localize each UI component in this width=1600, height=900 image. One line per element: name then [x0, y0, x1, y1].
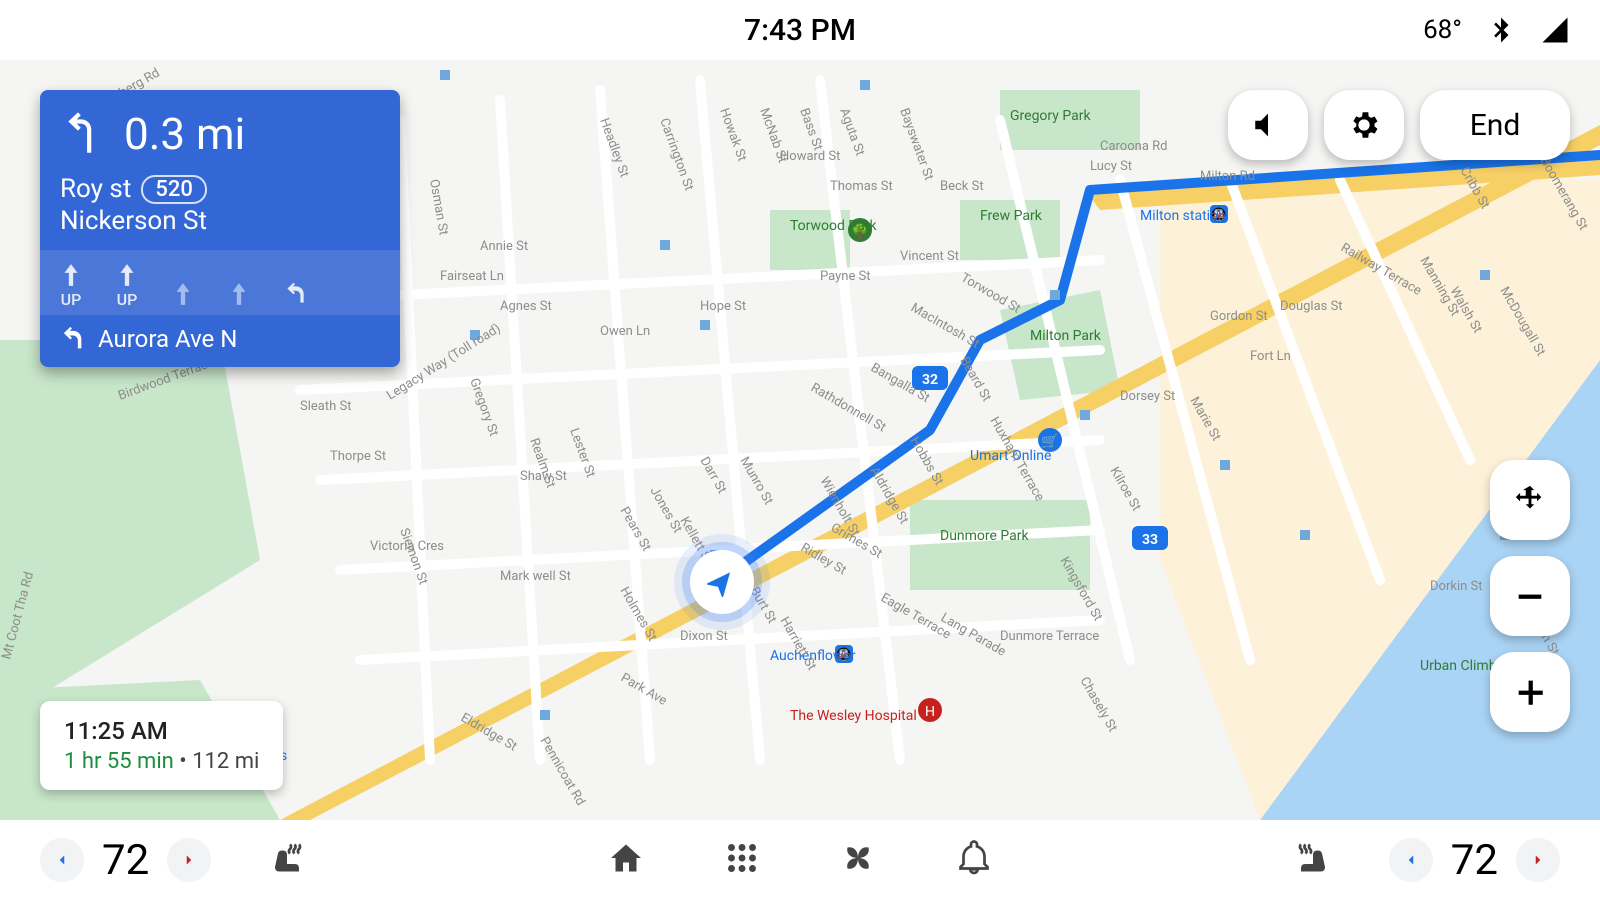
eta-card[interactable]: 11:25 AM 1 hr 55 min • 112 mi: [40, 701, 283, 790]
svg-text:Dunmore Park: Dunmore Park: [940, 528, 1030, 544]
current-location-puck: [690, 550, 754, 614]
turn-distance: 0.3 mi: [124, 108, 245, 160]
bottom-bar: 72 72: [0, 820, 1600, 900]
cellular-icon: [1540, 15, 1570, 45]
settings-button[interactable]: [1324, 90, 1404, 160]
svg-text:Annie St: Annie St: [480, 239, 528, 254]
notifications-button[interactable]: [956, 840, 992, 880]
seat-heat-icon: [269, 840, 305, 876]
right-seat-heat-button[interactable]: [1295, 840, 1331, 880]
left-temp-down-button[interactable]: [40, 838, 84, 882]
home-button[interactable]: [608, 840, 644, 880]
svg-text:Gregory Park: Gregory Park: [1010, 108, 1092, 124]
pan-button[interactable]: [1490, 460, 1570, 540]
bell-icon: [956, 840, 992, 876]
mute-button[interactable]: [1228, 90, 1308, 160]
plus-icon: [1513, 675, 1547, 709]
left-temp-up-button[interactable]: [167, 838, 211, 882]
svg-text:Gordon St: Gordon St: [1210, 309, 1268, 324]
svg-text:Vincent St: Vincent St: [900, 249, 959, 264]
bluetooth-icon: [1486, 15, 1516, 45]
gear-icon: [1347, 108, 1381, 142]
home-icon: [608, 840, 644, 876]
right-temp-value: 72: [1451, 836, 1498, 885]
status-bar: 7:43 PM 68°: [0, 0, 1600, 60]
svg-text:33: 33: [1142, 532, 1158, 548]
outside-temp: 68°: [1423, 15, 1462, 45]
navigation-arrow-icon: [707, 567, 737, 597]
svg-text:Torwood Park: Torwood Park: [790, 218, 877, 234]
svg-text:Victoria Cres: Victoria Cres: [370, 539, 444, 554]
fan-button[interactable]: [840, 840, 876, 880]
eta-duration: 1 hr 55 min: [64, 749, 174, 774]
pan-icon: [1513, 483, 1547, 517]
next-step: Aurora Ave N: [40, 315, 400, 367]
turn-right-small-icon: [58, 325, 86, 353]
svg-text:32: 32: [922, 372, 938, 388]
svg-text:Caroona Rd: Caroona Rd: [1100, 139, 1167, 154]
clock: 7:43 PM: [744, 13, 856, 48]
left-seat-heat-button[interactable]: [269, 840, 305, 880]
svg-text:Thorpe St: Thorpe St: [330, 449, 386, 464]
svg-text:Fort Ln: Fort Ln: [1250, 349, 1291, 364]
svg-text:Frew Park: Frew Park: [980, 208, 1043, 224]
svg-text:Milton station: Milton station: [1140, 208, 1226, 224]
svg-text:H: H: [925, 704, 935, 720]
svg-text:Milton Park: Milton Park: [1030, 328, 1102, 344]
svg-text:Dorsey St: Dorsey St: [1120, 389, 1175, 404]
left-temp-value: 72: [102, 836, 149, 885]
chevron-left-icon: [53, 851, 71, 869]
turn-right-icon: [60, 109, 110, 159]
svg-text:Thomas St: Thomas St: [830, 179, 893, 194]
climate-right: 72: [1255, 836, 1560, 885]
svg-text:Owen Ln: Owen Ln: [600, 324, 650, 339]
climate-left: 72: [40, 836, 345, 885]
seat-heat-icon: [1295, 840, 1331, 876]
navigation-card[interactable]: 0.3 mi Roy st 520 Nickerson St UP UP Aur…: [40, 90, 400, 367]
speaker-icon: [1251, 108, 1285, 142]
svg-text:Douglas St: Douglas St: [1280, 299, 1343, 314]
zoom-out-button[interactable]: [1490, 556, 1570, 636]
minus-icon: [1513, 579, 1547, 613]
svg-text:Sleath St: Sleath St: [300, 399, 351, 414]
zoom-in-button[interactable]: [1490, 652, 1570, 732]
svg-text:Beck St: Beck St: [940, 179, 984, 194]
svg-text:Dorkin St: Dorkin St: [1430, 579, 1482, 594]
chevron-left-icon: [1402, 851, 1420, 869]
lane-guidance: UP UP: [40, 250, 400, 315]
fan-icon: [840, 840, 876, 876]
apps-button[interactable]: [724, 840, 760, 880]
svg-text:Lucy St: Lucy St: [1090, 159, 1132, 174]
svg-text:The Wesley Hospital: The Wesley Hospital: [790, 708, 917, 724]
svg-text:Payne St: Payne St: [820, 269, 871, 284]
svg-text:Mark well St: Mark well St: [500, 569, 571, 584]
right-temp-up-button[interactable]: [1516, 838, 1560, 882]
map-canvas[interactable]: 32 33 🛒 🌳 H 🚇 🚇 Gregory Park Frew Park T…: [0, 60, 1600, 820]
chevron-right-icon: [180, 851, 198, 869]
svg-text:Dixon St: Dixon St: [680, 629, 728, 644]
svg-text:Fairseat Ln: Fairseat Ln: [440, 269, 504, 284]
end-navigation-button[interactable]: End: [1420, 90, 1570, 160]
chevron-right-icon: [1529, 851, 1547, 869]
svg-text:Hope St: Hope St: [700, 299, 746, 314]
right-temp-down-button[interactable]: [1389, 838, 1433, 882]
turn-street: Roy st: [60, 174, 131, 204]
apps-grid-icon: [724, 840, 760, 876]
eta-distance: 112 mi: [192, 749, 259, 774]
svg-text:Milton Rd: Milton Rd: [1200, 169, 1255, 184]
svg-text:Dunmore Terrace: Dunmore Terrace: [1000, 629, 1099, 644]
svg-text:Agnes St: Agnes St: [500, 299, 552, 314]
eta-arrival: 11:25 AM: [64, 717, 259, 745]
turn-street-2: Nickerson St: [60, 206, 380, 236]
route-badge: 520: [141, 175, 207, 204]
